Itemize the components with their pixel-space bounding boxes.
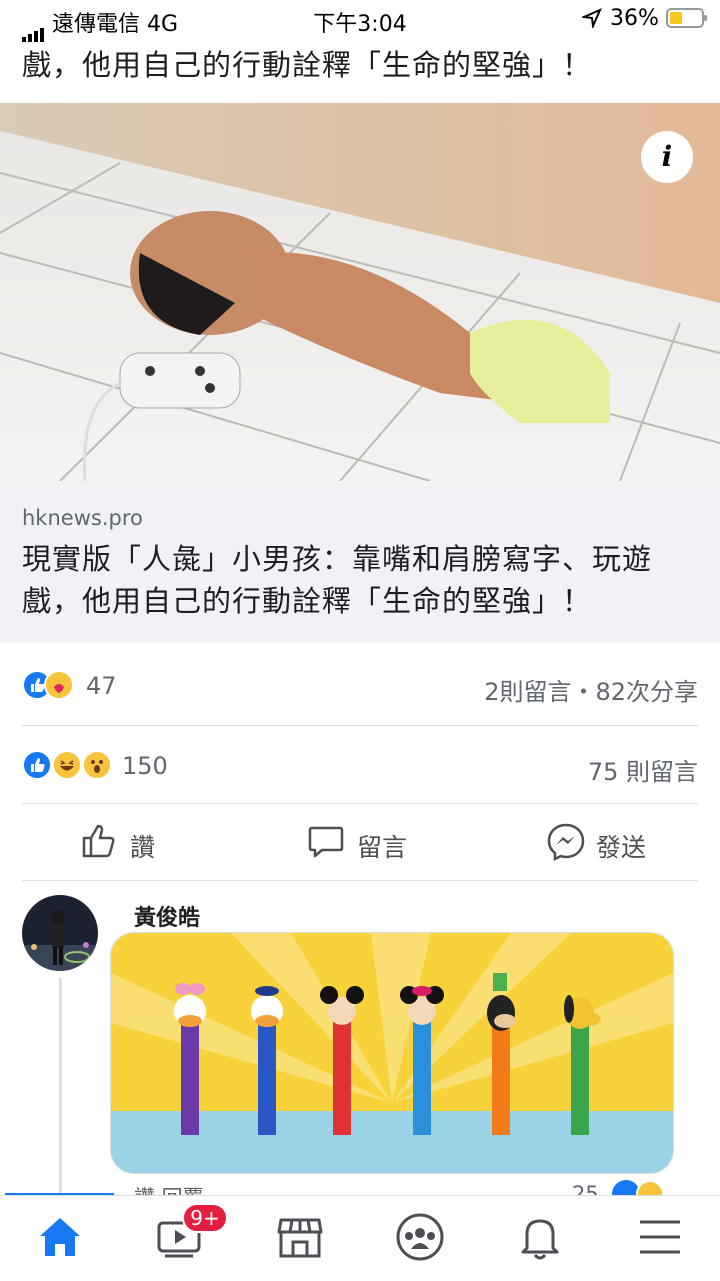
link-domain: hknews.pro (22, 506, 143, 530)
comment-icon (308, 826, 344, 858)
info-icon[interactable]: i (641, 131, 693, 183)
home-tab[interactable] (35, 1212, 85, 1262)
battery-percent: 36% (610, 6, 659, 31)
post-reactions-row[interactable]: 150 75 則留言 (22, 748, 698, 788)
haha-reaction-icon (52, 750, 82, 780)
comment-thread-line (59, 978, 62, 1198)
link-preview-image[interactable]: i (0, 103, 720, 481)
shared-reaction-count: 47 (86, 672, 117, 700)
battery-icon (666, 8, 708, 34)
bottom-tab-bar (0, 1195, 720, 1281)
comment-button[interactable]: 留言 (307, 820, 447, 870)
divider (22, 803, 698, 804)
notifications-tab[interactable] (515, 1212, 565, 1262)
like-reaction-icon (22, 750, 52, 780)
send-label: 發送 (596, 833, 647, 862)
divider (22, 725, 698, 726)
status-bar: 遠傳電信 4G 下午3:04 36% (0, 0, 720, 42)
post-comment-count[interactable]: 75 則留言 (588, 752, 698, 787)
marketplace-tab[interactable] (275, 1212, 325, 1262)
send-button[interactable]: 發送 (546, 820, 686, 870)
shared-comments-shares[interactable]: 2則留言・82次分享 (484, 672, 698, 707)
store-icon (277, 1218, 323, 1258)
menu-icon (640, 1220, 680, 1254)
comment-sticker-image[interactable] (110, 932, 674, 1174)
avatar[interactable] (22, 895, 98, 971)
link-title-line1: 現實版「人彘」小男孩：靠嘴和肩膀寫字、玩遊 (22, 542, 653, 576)
post-caption-tail: 戲，他用自己的行動詮釋「生命的堅強」！ (22, 48, 593, 82)
messenger-icon (547, 823, 585, 862)
post-reaction-count: 150 (122, 752, 168, 780)
menu-tab[interactable] (635, 1212, 685, 1262)
groups-tab[interactable] (395, 1212, 445, 1262)
like-label: 讚 (130, 833, 156, 862)
location-icon (580, 8, 602, 34)
groups-icon (396, 1213, 444, 1261)
wow-reaction-icon (82, 750, 112, 780)
home-icon (40, 1218, 80, 1256)
divider (22, 880, 698, 881)
comment-author[interactable]: 黃俊皓 (134, 900, 200, 932)
like-button[interactable]: 讚 (80, 820, 220, 870)
link-title[interactable]: 現實版「人彘」小男孩：靠嘴和肩膀寫字、玩遊 戲，他用自己的行動詮釋「生命的堅強」… (22, 538, 702, 622)
shared-reactions-row[interactable]: 47 2則留言・82次分享 (22, 668, 698, 708)
link-title-line2: 戲，他用自己的行動詮釋「生命的堅強」！ (22, 584, 593, 618)
comment-label: 留言 (357, 833, 408, 862)
care-reaction-icon (44, 670, 74, 700)
thumbs-up-icon (82, 824, 115, 858)
video-notification-badge: 9+ (182, 1203, 228, 1233)
bell-icon (521, 1219, 559, 1260)
